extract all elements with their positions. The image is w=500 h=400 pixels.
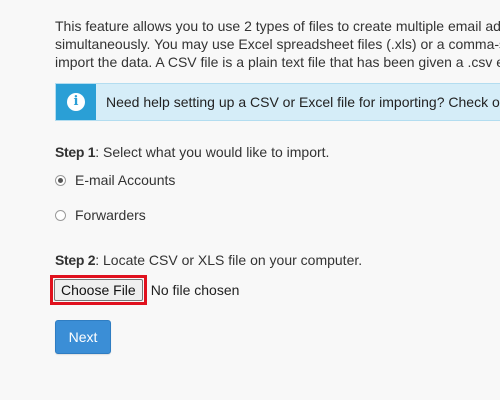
intro-line: simultaneously. You may use Excel spread… (55, 36, 500, 52)
info-icon: i (67, 93, 85, 111)
step2-title: Step 2: Locate CSV or XLS file on your c… (55, 251, 362, 269)
step1-title: Step 1: Select what you would like to im… (55, 143, 329, 161)
help-callout: i Need help setting up a CSV or Excel fi… (55, 83, 500, 121)
intro-line: import the data. A CSV file is a plain t… (55, 54, 500, 70)
radio-label: Forwarders (75, 207, 146, 223)
radio-email-accounts[interactable]: E-mail Accounts (55, 171, 175, 189)
choose-file-highlight: Choose File (50, 275, 147, 305)
intro-line: This feature allows you to use 2 types o… (55, 18, 500, 34)
file-input[interactable]: Choose File No file chosen (50, 274, 239, 306)
intro-paragraph: This feature allows you to use 2 types o… (55, 17, 500, 71)
step2-label: Step 2 (55, 252, 96, 268)
step1-instruction: : Select what you would like to import. (95, 144, 330, 160)
callout-text: Need help setting up a CSV or Excel file… (106, 94, 500, 110)
radio-label: E-mail Accounts (75, 172, 176, 188)
callout-icon-box: i (56, 84, 96, 120)
radio-button[interactable] (55, 174, 66, 186)
choose-file-button[interactable]: Choose File (54, 279, 143, 301)
radio-button[interactable] (55, 209, 66, 221)
step2-instruction: : Locate CSV or XLS file on your compute… (95, 252, 363, 268)
radio-forwarders[interactable]: Forwarders (55, 206, 146, 224)
import-page: This feature allows you to use 2 types o… (0, 0, 500, 400)
step1-label: Step 1 (55, 144, 96, 160)
file-status: No file chosen (150, 282, 240, 298)
next-button[interactable]: Next (55, 320, 111, 354)
